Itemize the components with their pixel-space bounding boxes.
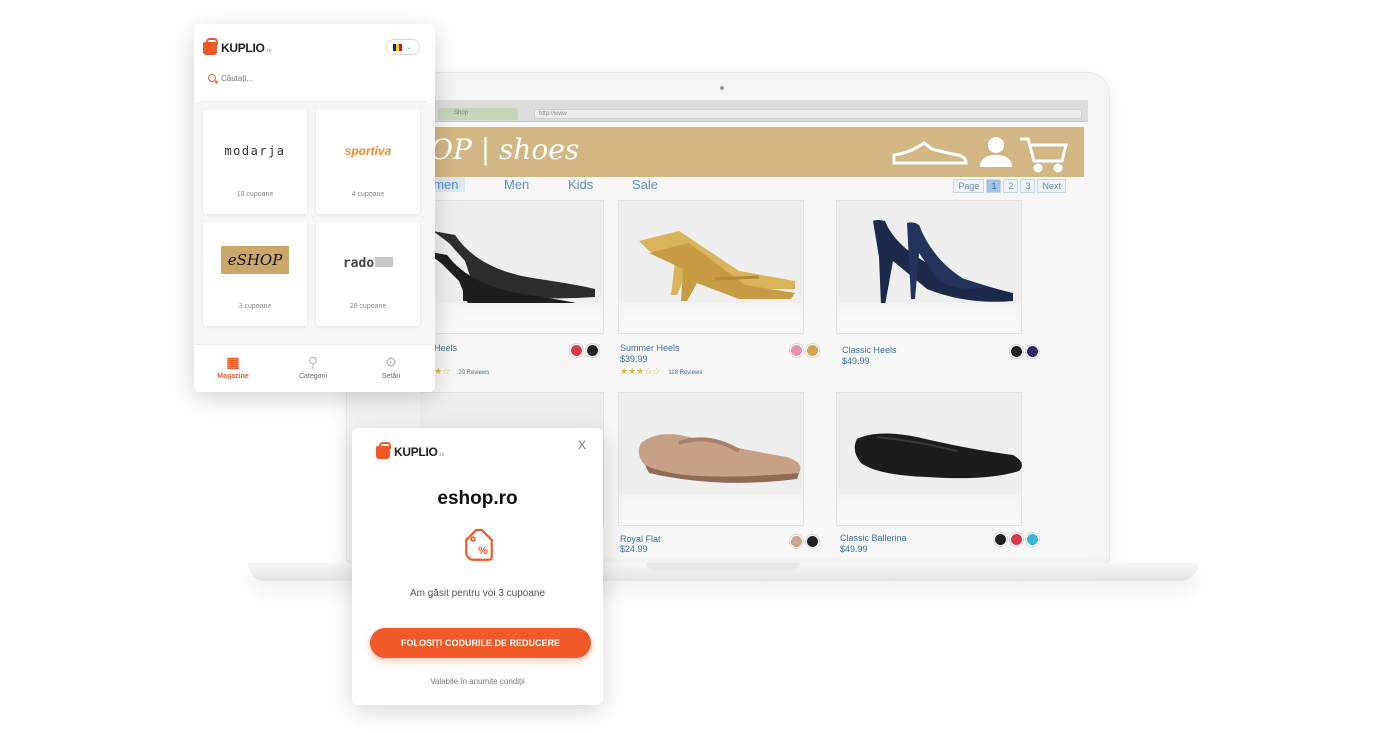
store-card-eshop[interactable]: eSHOP 3 cupoane — [203, 222, 307, 326]
shop-header: OP | shoes — [420, 127, 1084, 177]
product-card[interactable] — [618, 392, 804, 526]
swatch[interactable] — [1026, 345, 1039, 358]
store-coupons: 4 cupoane — [351, 191, 385, 198]
swatch[interactable] — [994, 533, 1007, 546]
shop-logo[interactable]: OP | shoes — [430, 133, 579, 166]
kuplio-logo[interactable]: KUPLIO .ro — [203, 37, 271, 55]
swatch[interactable] — [806, 344, 819, 357]
store-card-sportiva[interactable]: sportiva 4 cupoane — [316, 110, 420, 214]
product-card[interactable] — [420, 200, 604, 334]
svg-text:%: % — [478, 545, 488, 557]
cart-icon[interactable] — [1020, 137, 1068, 173]
swatch[interactable] — [790, 344, 803, 357]
color-swatches[interactable] — [1010, 345, 1039, 358]
search-icon — [208, 74, 216, 82]
store-logo: modarja — [224, 144, 286, 158]
store-grid: modarja 18 cupoane sportiva 4 cupoane eS… — [194, 102, 435, 344]
product-name[interactable]: Heels — [434, 343, 457, 353]
product-price: $39.99 — [620, 354, 648, 364]
coupons-found-text: Am găsit pentru voi 3 cupoane — [409, 588, 546, 599]
product-price: $49.99 — [840, 544, 868, 554]
store-coupons: 18 cupoane — [236, 191, 274, 198]
product-card[interactable] — [836, 392, 1022, 526]
shoe-icon[interactable] — [892, 141, 968, 165]
swatch[interactable] — [570, 344, 583, 357]
pagination: Page 1 2 3 Next — [953, 179, 1066, 193]
gear-icon: ⚙ — [384, 354, 398, 370]
bag-icon — [376, 441, 391, 459]
store-card-rado[interactable]: rado 28 cupoane — [316, 222, 420, 326]
stage: Shop http://www OP | shoes omen Men Kids… — [0, 0, 1400, 733]
discount-tag-icon: % — [465, 528, 493, 561]
pager-label: Page — [953, 179, 985, 193]
swatch[interactable] — [790, 535, 803, 548]
product-name[interactable]: Classic Heels — [842, 345, 897, 355]
search-bar — [208, 70, 418, 86]
product-name[interactable]: Classic Ballerina — [840, 533, 907, 543]
product-name[interactable]: Royal Flat — [620, 534, 661, 544]
nav-sale[interactable]: Sale — [632, 177, 658, 192]
bottom-nav: ▦ Magazine ⚲ Categorii ⚙ Setări — [194, 344, 435, 392]
shop-nav: omen Men Kids Sale Page 1 2 3 Next — [420, 177, 1084, 193]
product-rating: ★★☆ 20 Reviews — [426, 366, 490, 376]
color-swatches[interactable] — [570, 344, 599, 357]
nav-categories[interactable]: ⚲ Categorii — [278, 353, 348, 380]
page-2[interactable]: 2 — [1003, 179, 1019, 193]
language-selector[interactable]: ⌄ — [386, 39, 420, 55]
color-swatches[interactable] — [994, 533, 1039, 546]
swatch[interactable] — [1010, 345, 1023, 358]
product-card[interactable] — [618, 200, 804, 334]
laptop-notch — [646, 563, 800, 571]
store-icon: ▦ — [226, 354, 240, 370]
store-logo: sportiva — [344, 144, 392, 158]
chevron-down-icon: ⌄ — [406, 44, 412, 51]
nav-men[interactable]: Men — [504, 177, 529, 192]
nav-kids[interactable]: Kids — [568, 177, 593, 192]
kuplio-logo[interactable]: KUPLIO .ro — [376, 441, 444, 459]
coupon-popup: KUPLIO .ro X eshop.ro % Am găsit pentru … — [352, 428, 603, 705]
color-swatches[interactable] — [790, 535, 819, 548]
product-price: $49.99 — [842, 356, 870, 366]
color-swatches[interactable] — [790, 344, 819, 357]
browser-tab[interactable]: Shop — [438, 108, 518, 120]
product-price: $24.99 — [620, 544, 648, 554]
address-bar[interactable]: http://www — [534, 109, 1082, 119]
search-input[interactable] — [221, 73, 401, 83]
store-coupons: 28 cupoane — [349, 303, 387, 310]
store-card-modarja[interactable]: modarja 18 cupoane — [203, 110, 307, 214]
camera-dot — [720, 86, 724, 90]
product-card[interactable] — [836, 200, 1022, 334]
use-codes-button[interactable]: FOLOSIȚI CODURILE DE REDUCERE — [370, 628, 591, 658]
page-3[interactable]: 3 — [1020, 179, 1036, 193]
store-logo: eSHOP — [221, 246, 289, 274]
header-icons — [892, 137, 1068, 173]
bag-icon — [203, 37, 218, 55]
product-rating: ★★★☆☆ 118 Reviews — [620, 366, 703, 376]
swatch[interactable] — [1010, 533, 1023, 546]
shop-domain: eshop.ro — [437, 488, 518, 509]
nav-settings[interactable]: ⚙ Setări — [356, 353, 426, 380]
nav-stores[interactable]: ▦ Magazine — [198, 353, 268, 380]
page-1[interactable]: 1 — [986, 179, 1002, 193]
swatch[interactable] — [1026, 533, 1039, 546]
store-logo: rado — [342, 256, 375, 271]
romania-flag-icon — [393, 43, 402, 51]
page-next[interactable]: Next — [1037, 179, 1066, 193]
user-icon[interactable] — [980, 137, 1012, 167]
swatch[interactable] — [586, 344, 599, 357]
stores-popup: KUPLIO .ro ⌄ modarja 18 cupoane sportiva… — [194, 24, 435, 392]
browser-bar: Shop http://www — [420, 100, 1088, 122]
close-button[interactable]: X — [578, 438, 586, 452]
conditions-text: Valabile în anumite condiții — [430, 677, 525, 686]
store-coupons: 3 cupoane — [238, 303, 272, 310]
swatch[interactable] — [806, 535, 819, 548]
product-name[interactable]: Summer Heels — [620, 343, 680, 353]
search-icon: ⚲ — [307, 354, 319, 370]
